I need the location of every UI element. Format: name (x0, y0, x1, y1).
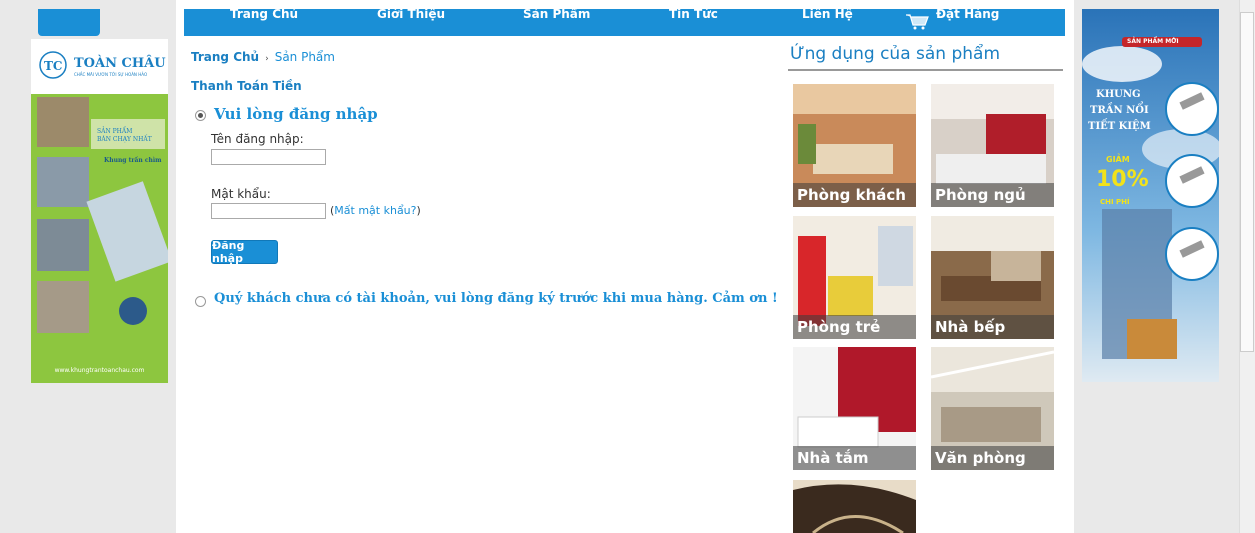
tile-kitchen-label: Nhà bếp (931, 315, 1054, 339)
cart-icon[interactable] (906, 14, 930, 30)
left-top-tab[interactable] (38, 9, 100, 36)
tile-office[interactable]: Văn phòng (931, 347, 1054, 470)
tile-kitchen[interactable]: Nhà bếp (931, 216, 1054, 339)
tile-bathroom[interactable]: Nhà tắm (793, 347, 916, 470)
tile-living-room-label: Phòng khách (793, 183, 916, 207)
tile-bedroom-label: Phòng ngủ (931, 183, 1054, 207)
nav-item-order[interactable]: Đặt Hàng (936, 7, 999, 21)
bestseller-text-2: BÁN CHẠY NHẤT (97, 136, 152, 143)
discount-label: GIẢM (1106, 155, 1130, 164)
brand-tagline: CHẮC MÃI VƯƠN TỚI SỰ HOÀN HẢO (74, 72, 148, 77)
tile-office-label: Văn phòng (931, 446, 1054, 470)
nav-item-contact[interactable]: Liên Hệ (802, 7, 853, 21)
ceiling-image (793, 480, 916, 533)
page-title: Thanh Toán Tiền (191, 79, 302, 93)
brand-name: TOÀN CHÂU (74, 56, 166, 71)
username-input[interactable] (211, 149, 326, 165)
tile-ceiling[interactable] (793, 480, 916, 533)
left-banner-graphic: TC (31, 39, 172, 383)
forgot-password-link[interactable]: Mất mật khẩu? (334, 204, 416, 217)
login-button[interactable]: Đăng nhập (211, 239, 278, 265)
nav-item-home[interactable]: Trang Chủ (230, 7, 298, 21)
right-line-2: TRẦN NỔI (1090, 105, 1149, 116)
nav-item-news[interactable]: Tin Tức (669, 7, 718, 21)
new-product-tag: SẢN PHẨM MỚI (1127, 38, 1179, 45)
discount-sub: CHI PHÍ (1100, 198, 1130, 206)
login-radio[interactable] (195, 110, 206, 121)
right-ad-banner[interactable]: SẢN PHẨM MỚI KHUNG TRẦN NỔI TIẾT KIỆM GI… (1082, 9, 1219, 382)
bestseller-text-1: SẢN PHẨM (97, 128, 133, 135)
breadcrumb-current[interactable]: Sản Phẩm (275, 50, 335, 64)
tile-living-room[interactable]: Phòng khách (793, 84, 916, 207)
password-input[interactable] (211, 203, 326, 219)
right-banner-graphic (1082, 9, 1219, 382)
website-url: www.khungtrantoanchau.com (54, 367, 145, 374)
login-section-title: Vui lòng đăng nhập (214, 105, 378, 123)
password-label: Mật khẩu: (211, 187, 271, 201)
tile-bathroom-label: Nhà tắm (793, 446, 916, 470)
breadcrumb-separator: › (265, 54, 269, 64)
register-radio[interactable] (195, 296, 206, 307)
breadcrumb: Trang Chủ › Sản Phẩm (191, 50, 335, 64)
product-name: Khung trần chìm (104, 157, 162, 164)
discount-value: 10% (1096, 167, 1149, 192)
svg-text:TC: TC (44, 59, 62, 73)
nav-item-products[interactable]: Sản Phẩm (523, 7, 590, 21)
tile-kids-room-label: Phòng trẻ (793, 315, 916, 339)
right-line-1: KHUNG (1096, 89, 1141, 100)
left-ad-banner[interactable]: TC TOÀN CHÂU CHẮC MÃI VƯƠN TỚI SỰ HOÀN H… (31, 39, 172, 383)
applications-title: Ứng dụng của sản phẩm (790, 44, 1001, 64)
register-option-text[interactable]: Quý khách chưa có tài khoản, vui lòng đă… (214, 291, 778, 306)
nav-item-about[interactable]: Giới Thiệu (377, 7, 445, 21)
username-label: Tên đăng nhập: (211, 132, 304, 146)
right-line-3: TIẾT KIỆM (1088, 121, 1151, 132)
applications-divider (788, 69, 1063, 71)
main-nav-bar (184, 9, 1065, 36)
tile-bedroom[interactable]: Phòng ngủ (931, 84, 1054, 207)
breadcrumb-home[interactable]: Trang Chủ (191, 50, 259, 64)
forgot-password: (Mất mật khẩu?) (330, 204, 421, 217)
scrollbar-thumb[interactable] (1240, 12, 1254, 352)
tile-kids-room[interactable]: Phòng trẻ (793, 216, 916, 339)
forgot-close-paren: ) (416, 204, 421, 217)
